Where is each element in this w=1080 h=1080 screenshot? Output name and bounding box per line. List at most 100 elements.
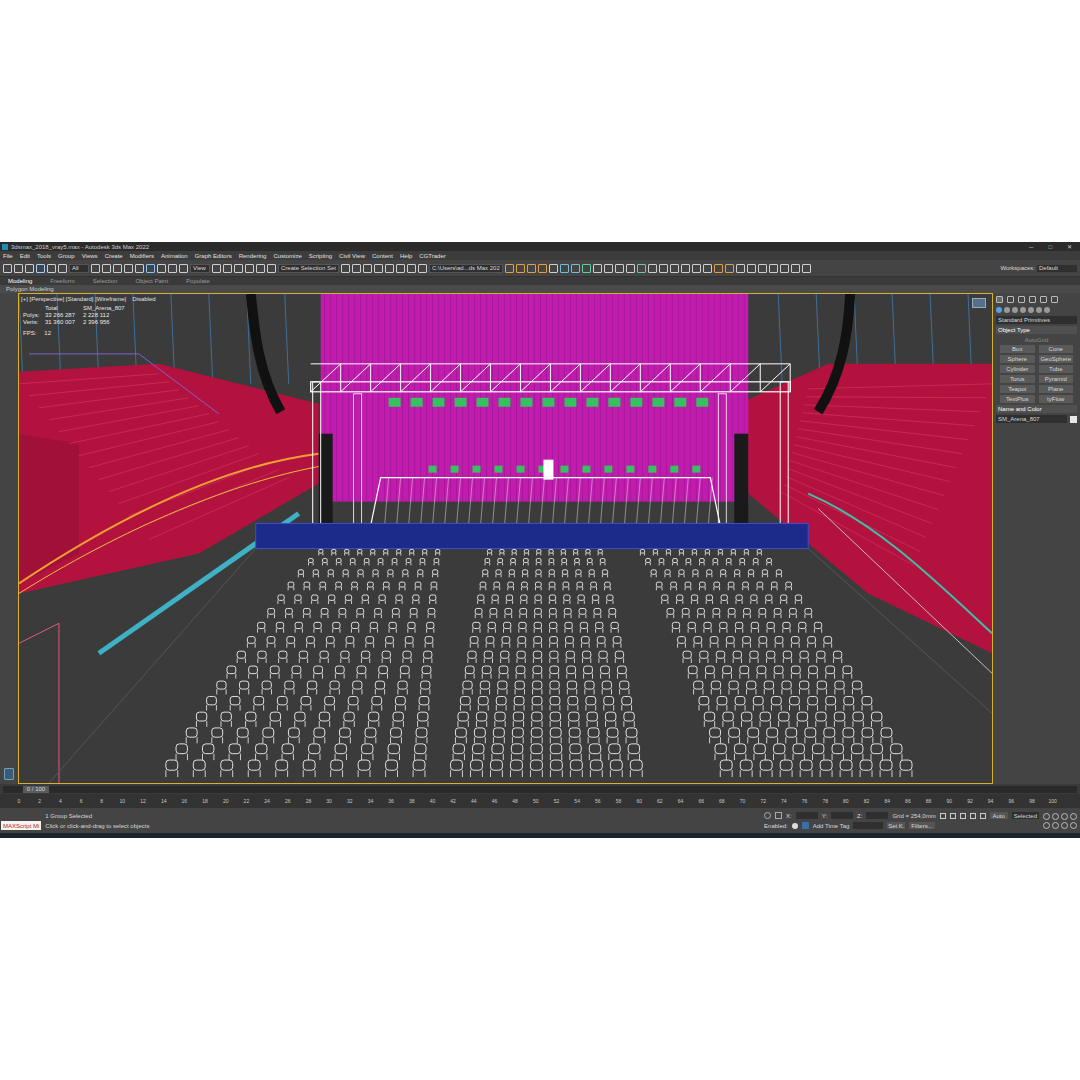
named-selection-set-field[interactable]: Create Selection Set <box>278 264 339 273</box>
ribbon-tab[interactable]: Selection <box>93 278 118 284</box>
command-tab-icon[interactable] <box>996 296 1003 303</box>
navigation-tool-icon[interactable] <box>1043 822 1050 829</box>
create-category-icon[interactable] <box>1004 307 1010 313</box>
toolbar-tool-icon[interactable] <box>758 264 767 273</box>
toolbar-tool-icon[interactable] <box>648 264 657 273</box>
primitive-button[interactable]: tyFlow <box>1039 395 1074 403</box>
toolbar-tool-icon[interactable] <box>212 264 221 273</box>
toolbar-tool-icon[interactable] <box>791 264 800 273</box>
command-tab-icon[interactable] <box>1007 296 1014 303</box>
object-type-rollout[interactable]: Object Type <box>996 326 1077 334</box>
navigation-tool-icon[interactable] <box>1061 813 1068 820</box>
menu-item[interactable]: Animation <box>161 253 188 259</box>
toolbar-tool-icon[interactable] <box>418 264 427 273</box>
toolbar-tool-icon[interactable] <box>245 264 254 273</box>
primitive-button[interactable]: Cone <box>1039 345 1074 353</box>
toolbar-tool-icon[interactable] <box>747 264 756 273</box>
toolbar-tool-icon[interactable] <box>341 264 350 273</box>
toolbar-tool-icon[interactable] <box>223 264 232 273</box>
autogrid-checkbox[interactable]: AutoGrid <box>996 336 1077 343</box>
coord-field[interactable] <box>831 812 853 819</box>
navigation-tool-icon[interactable] <box>1043 813 1050 820</box>
project-path-dropdown[interactable]: C:\Users\ad...ds Max 202 <box>429 264 503 273</box>
track-bar[interactable]: 0246810121416182022242628303234363840424… <box>0 794 1080 808</box>
toolbar-tool-icon[interactable] <box>714 264 723 273</box>
ribbon-tab[interactable]: Freeform <box>50 278 74 284</box>
playback-icon[interactable] <box>980 813 986 819</box>
object-color-swatch[interactable] <box>1070 416 1077 423</box>
maxscript-listener[interactable]: MAXScript Mi <box>1 821 41 830</box>
toolbar-tool-icon[interactable] <box>516 264 525 273</box>
ribbon-tab[interactable]: Object Paint <box>135 278 168 284</box>
auto-key-button[interactable]: Auto <box>990 812 1008 819</box>
navigation-tool-icon[interactable] <box>1070 813 1077 820</box>
toolbar-tool-icon[interactable] <box>615 264 624 273</box>
name-color-rollout[interactable]: Name and Color <box>996 405 1077 413</box>
toolbar-tool-icon[interactable] <box>604 264 613 273</box>
toolbar-tool-icon[interactable] <box>571 264 580 273</box>
navigation-tool-icon[interactable] <box>1061 822 1068 829</box>
toolbar-tool-icon[interactable] <box>385 264 394 273</box>
navigation-tool-icon[interactable] <box>1070 822 1077 829</box>
toolbar-tool-icon[interactable] <box>256 264 265 273</box>
time-tag[interactable]: Add Time Tag <box>813 823 850 829</box>
menu-item[interactable]: Rendering <box>239 253 267 259</box>
toolbar-tool-icon[interactable] <box>681 264 690 273</box>
menu-item[interactable]: Scripting <box>309 253 332 259</box>
create-category-icon[interactable] <box>1028 307 1034 313</box>
ribbon-tab[interactable]: Populate <box>186 278 210 284</box>
toolbar-tool-icon[interactable] <box>58 264 67 273</box>
coord-field[interactable] <box>866 812 888 819</box>
ribbon-tab[interactable]: Modeling <box>8 278 32 284</box>
time-tag-icon[interactable] <box>802 822 809 829</box>
key-filters-button[interactable]: Filters... <box>909 822 935 829</box>
toolbar-tool-icon[interactable] <box>234 264 243 273</box>
menu-item[interactable]: Customize <box>273 253 301 259</box>
menu-item[interactable]: CGTrader <box>419 253 445 259</box>
primitive-category-dropdown[interactable]: Standard Primitives <box>996 316 1077 324</box>
create-category-icon[interactable] <box>1012 307 1018 313</box>
toolbar-tool-icon[interactable] <box>769 264 778 273</box>
enabled-dot-icon[interactable] <box>792 823 798 829</box>
toolbar-tool-icon[interactable] <box>102 264 111 273</box>
set-key-button[interactable]: Set K. <box>887 822 905 829</box>
toolbar-tool-icon[interactable] <box>736 264 745 273</box>
toolbar-tool-icon[interactable] <box>91 264 100 273</box>
toolbar-tool-icon[interactable] <box>3 264 12 273</box>
playback-icon[interactable] <box>940 813 946 819</box>
toolbar-tool-icon[interactable] <box>637 264 646 273</box>
menu-item[interactable]: Group <box>58 253 75 259</box>
time-slider-thumb[interactable]: 0 / 100 <box>23 786 49 793</box>
selection-filter-dropdown[interactable]: All <box>69 264 89 273</box>
command-tab-icon[interactable] <box>1040 296 1047 303</box>
toolbar-tool-icon[interactable] <box>725 264 734 273</box>
primitive-button[interactable]: Torus <box>1000 375 1035 383</box>
key-filter-dropdown[interactable]: Selected <box>1012 812 1039 819</box>
toolbar-tool-icon[interactable] <box>168 264 177 273</box>
primitive-button[interactable]: TextPlus <box>1000 395 1035 403</box>
toolbar-tool-icon[interactable] <box>267 264 276 273</box>
toolbar-tool-icon[interactable] <box>25 264 34 273</box>
toolbar-tool-icon[interactable] <box>113 264 122 273</box>
viewport-layout-icon[interactable] <box>4 768 14 780</box>
toolbar-tool-icon[interactable] <box>14 264 23 273</box>
toolbar-tool-icon[interactable] <box>527 264 536 273</box>
toolbar-tool-icon[interactable] <box>582 264 591 273</box>
menu-item[interactable]: Graph Editors <box>195 253 232 259</box>
viewport-label[interactable]: [+] [Perspective] [Standard] [Wireframe] <box>21 296 126 302</box>
primitive-button[interactable]: Sphere <box>1000 355 1035 363</box>
toolbar-tool-icon[interactable] <box>363 264 372 273</box>
toolbar-tool-icon[interactable] <box>560 264 569 273</box>
toolbar-tool-icon[interactable] <box>36 264 45 273</box>
menu-item[interactable]: Civil View <box>339 253 365 259</box>
toolbar-tool-icon[interactable] <box>780 264 789 273</box>
toolbar-tool-icon[interactable] <box>47 264 56 273</box>
create-category-icon[interactable] <box>1044 307 1050 313</box>
coord-field[interactable] <box>796 812 818 819</box>
toolbar-tool-icon[interactable] <box>179 264 188 273</box>
toolbar-tool-icon[interactable] <box>124 264 133 273</box>
toolbar-tool-icon[interactable] <box>505 264 514 273</box>
primitive-button[interactable]: Box <box>1000 345 1035 353</box>
primitive-button[interactable]: Tube <box>1039 365 1074 373</box>
toolbar-tool-icon[interactable] <box>549 264 558 273</box>
